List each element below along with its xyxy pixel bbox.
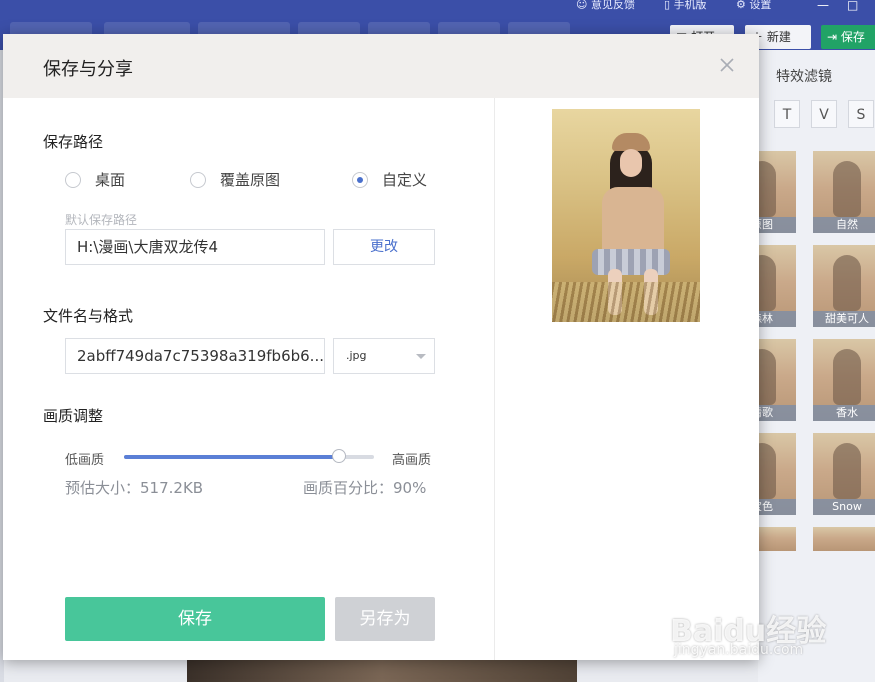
quality-label: 画质调整: [43, 407, 104, 425]
gear-icon: ⚙: [736, 0, 746, 11]
baidu-watermark: Baidu经验 jingyan.baidu.com: [670, 586, 870, 666]
settings-link[interactable]: ⚙ 设置: [736, 0, 771, 12]
filter-letter-v[interactable]: V: [811, 100, 837, 128]
filename-format-label: 文件名与格式: [43, 307, 134, 325]
format-select[interactable]: .jpg: [333, 338, 435, 374]
quality-slider-handle[interactable]: [332, 449, 346, 463]
toolbar-save-button[interactable]: ⇥ 保存: [821, 25, 875, 49]
filter-letter-s[interactable]: S: [848, 100, 874, 128]
low-quality-label: 低画质: [65, 453, 105, 468]
canvas-photo-edge: [187, 658, 577, 682]
dialog-title: 保存与分享: [43, 59, 133, 80]
radio-overwrite-label: 覆盖原图: [220, 171, 281, 189]
export-icon: ⇥: [827, 30, 838, 44]
quality-slider[interactable]: [124, 449, 374, 463]
default-path-label: 默认保存路径: [65, 213, 138, 227]
radio-circle-checked: [352, 172, 368, 188]
quality-slider-fill: [124, 455, 339, 459]
filter-panel-title: 特效滤镜: [776, 69, 832, 85]
estimated-size-text: 预估大小：517.2KB: [65, 479, 204, 497]
settings-label: 设置: [749, 0, 772, 11]
filename-input[interactable]: 2abff749da7c75398a319fb6b6...: [65, 338, 325, 374]
filter-thumb[interactable]: 甜美可人: [813, 245, 875, 327]
radio-circle: [65, 172, 81, 188]
change-path-button[interactable]: 更改: [333, 229, 435, 265]
save-path-label: 保存路径: [43, 133, 104, 151]
filter-thumb-label: 自然: [813, 217, 875, 233]
image-preview: [552, 109, 700, 322]
save-share-dialog: 保存与分享 保存路径 桌面 覆盖原图 自定义 默认保存路径 H:\漫画\大唐双龙…: [3, 34, 759, 660]
maximize-icon[interactable]: □: [847, 0, 858, 12]
watermark-url: jingyan.baidu.com: [674, 642, 804, 658]
mobile-icon: ▯: [664, 0, 671, 11]
save-path-input[interactable]: H:\漫画\大唐双龙传4: [65, 229, 325, 265]
format-select-value: .jpg: [346, 349, 367, 362]
filter-thumb-label: Snow: [813, 499, 875, 515]
high-quality-label: 高画质: [392, 453, 432, 468]
mobile-link[interactable]: ▯ 手机版: [664, 0, 707, 12]
save-as-button[interactable]: 另存为: [335, 597, 435, 641]
radio-custom-label: 自定义: [382, 171, 428, 189]
minimize-icon[interactable]: —: [817, 0, 829, 12]
feedback-label: 意见反馈: [590, 0, 635, 11]
filter-thumb[interactable]: 香水: [813, 339, 875, 421]
new-label: 新建: [766, 30, 791, 44]
quality-percent-text: 画质百分比：90%: [303, 479, 427, 497]
filter-letter-t[interactable]: T: [774, 100, 800, 128]
filter-thumb[interactable]: Snow: [813, 433, 875, 515]
feedback-link[interactable]: ☺ 意见反馈: [576, 0, 635, 12]
close-icon[interactable]: [716, 54, 738, 76]
dialog-divider: [494, 98, 495, 660]
radio-circle: [190, 172, 206, 188]
filter-thumb-label: 香水: [813, 405, 875, 421]
dialog-header: 保存与分享: [3, 34, 759, 98]
feedback-icon: ☺: [576, 0, 588, 11]
radio-desktop-label: 桌面: [95, 171, 126, 189]
filter-thumb-label: 甜美可人: [813, 311, 875, 327]
save-button[interactable]: 保存: [65, 597, 325, 641]
toolbar-save-label: 保存: [840, 30, 865, 44]
filter-thumb[interactable]: [813, 527, 875, 551]
chevron-down-icon: [416, 354, 426, 359]
mobile-label: 手机版: [673, 0, 707, 11]
filter-thumb[interactable]: 自然: [813, 151, 875, 233]
